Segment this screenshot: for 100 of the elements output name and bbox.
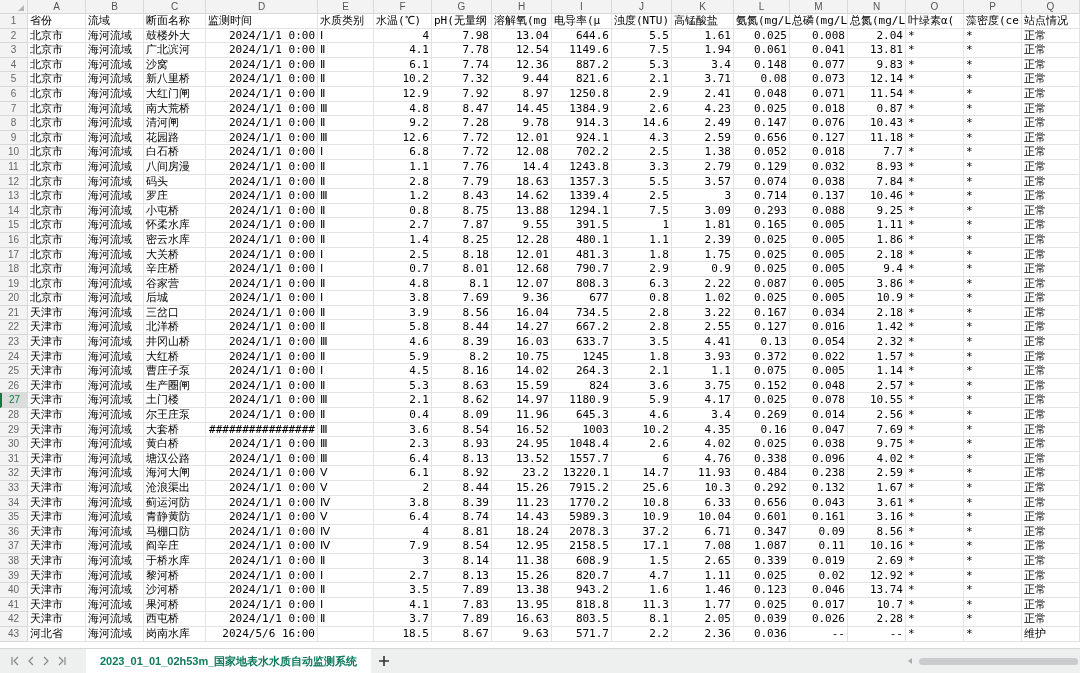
- row-header[interactable]: 20: [0, 291, 28, 306]
- row-header[interactable]: 23: [0, 335, 28, 350]
- table-cell: 645.3: [552, 408, 612, 423]
- table-cell: 2.5: [612, 145, 672, 160]
- table-cell: 0.034: [790, 305, 848, 321]
- row-header[interactable]: 32: [0, 466, 28, 481]
- column-title: 水温(℃): [374, 14, 432, 29]
- add-sheet-icon[interactable]: [379, 656, 390, 666]
- column-header[interactable]: P: [964, 0, 1022, 14]
- column-header[interactable]: H: [492, 0, 552, 14]
- row-header[interactable]: 40: [0, 583, 28, 598]
- table-cell: 海河流域: [86, 262, 144, 277]
- row-header[interactable]: 25: [0, 364, 28, 379]
- scroll-left-icon[interactable]: [908, 658, 913, 664]
- table-cell: 正常: [1022, 524, 1080, 540]
- table-cell: *: [964, 57, 1022, 73]
- table-cell: 0.048: [790, 378, 848, 394]
- table-cell: 4.35: [672, 422, 734, 438]
- column-header[interactable]: I: [552, 0, 612, 14]
- table-cell: 0.047: [790, 422, 848, 438]
- table-cell: 0.714: [734, 189, 790, 204]
- row-header[interactable]: 3: [0, 43, 28, 58]
- column-header[interactable]: Q: [1022, 0, 1080, 14]
- row-header[interactable]: 22: [0, 320, 28, 336]
- row-header[interactable]: 5: [0, 72, 28, 87]
- column-header[interactable]: K: [672, 0, 734, 14]
- table-cell: 11.54: [848, 86, 906, 102]
- column-header[interactable]: B: [86, 0, 144, 14]
- table-cell: Ⅰ: [318, 262, 374, 277]
- first-sheet-icon[interactable]: [10, 656, 20, 666]
- row-header[interactable]: 27: [0, 393, 28, 409]
- column-header[interactable]: C: [144, 0, 206, 14]
- table-cell: Ⅲ: [318, 437, 374, 452]
- column-header[interactable]: A: [28, 0, 86, 14]
- column-header[interactable]: O: [906, 0, 964, 14]
- table-cell: *: [964, 626, 1022, 642]
- table-cell: 海河流域: [86, 524, 144, 540]
- column-header[interactable]: E: [318, 0, 374, 14]
- column-header[interactable]: N: [848, 0, 906, 14]
- table-cell: 2024/5/6 16:00: [206, 626, 318, 642]
- table-cell: 8.93: [432, 437, 492, 452]
- table-cell: 海河流域: [86, 218, 144, 233]
- column-header[interactable]: J: [612, 0, 672, 14]
- row-header[interactable]: 10: [0, 145, 28, 160]
- table-cell: 0.005: [790, 364, 848, 379]
- table-cell: *: [964, 130, 1022, 146]
- row-header[interactable]: 13: [0, 189, 28, 204]
- table-cell: 2.1: [374, 393, 432, 409]
- table-cell: 7.98: [432, 28, 492, 44]
- table-cell: 7.7: [848, 145, 906, 160]
- column-header[interactable]: G: [432, 0, 492, 14]
- last-sheet-icon[interactable]: [57, 656, 67, 666]
- table-cell: Ⅱ: [318, 218, 374, 233]
- table-cell: 3.7: [374, 612, 432, 627]
- row-header[interactable]: 18: [0, 262, 28, 277]
- select-all-icon[interactable]: [18, 5, 24, 11]
- table-cell: 0.046: [790, 583, 848, 598]
- table-cell: 1357.3: [552, 174, 612, 190]
- row-header[interactable]: 37: [0, 539, 28, 554]
- table-cell: 0.601: [734, 510, 790, 525]
- table-cell: 海河流域: [86, 612, 144, 627]
- previous-sheet-icon[interactable]: [27, 656, 35, 666]
- table-cell: Ⅴ: [318, 481, 374, 496]
- table-cell: 正常: [1022, 553, 1080, 569]
- table-cell: 12.54: [492, 43, 552, 58]
- table-cell: *: [964, 612, 1022, 627]
- table-cell: 白石桥: [144, 145, 206, 160]
- row-header[interactable]: 33: [0, 481, 28, 496]
- row-header[interactable]: 1: [0, 14, 28, 29]
- table-cell: 北京市: [28, 116, 86, 131]
- row-header[interactable]: 30: [0, 437, 28, 452]
- table-cell: 正常: [1022, 291, 1080, 306]
- table-cell: 大套桥: [144, 422, 206, 438]
- column-header[interactable]: D: [206, 0, 318, 14]
- table-cell: 0.132: [790, 481, 848, 496]
- sheet-tab[interactable]: 2023_01_01_02h53m_国家地表水水质自动监测系统: [86, 649, 372, 673]
- column-title: 总氮(mg/L: [848, 14, 906, 29]
- column-header[interactable]: M: [790, 0, 848, 14]
- horizontal-scrollbar[interactable]: [919, 657, 1078, 665]
- next-sheet-icon[interactable]: [42, 656, 50, 666]
- table-cell: 码头: [144, 174, 206, 190]
- column-header[interactable]: L: [734, 0, 790, 14]
- table-cell: *: [906, 553, 964, 569]
- column-header[interactable]: F: [374, 0, 432, 14]
- table-cell: 14.45: [492, 101, 552, 117]
- table-cell: 海河流域: [86, 145, 144, 160]
- row-header[interactable]: 35: [0, 510, 28, 525]
- table-cell: *: [964, 451, 1022, 467]
- table-cell: 7.28: [432, 116, 492, 131]
- table-cell: *: [964, 72, 1022, 87]
- table-cell: 2024/1/1 0:00: [206, 262, 318, 277]
- table-cell: 北京市: [28, 276, 86, 292]
- row-header[interactable]: 8: [0, 116, 28, 131]
- row-header[interactable]: 15: [0, 218, 28, 233]
- table-cell: 11.23: [492, 495, 552, 511]
- row-header[interactable]: 28: [0, 408, 28, 423]
- table-cell: 0.87: [848, 101, 906, 117]
- row-header[interactable]: 42: [0, 612, 28, 627]
- table-cell: 2024/1/1 0:00: [206, 320, 318, 336]
- table-cell: *: [906, 291, 964, 306]
